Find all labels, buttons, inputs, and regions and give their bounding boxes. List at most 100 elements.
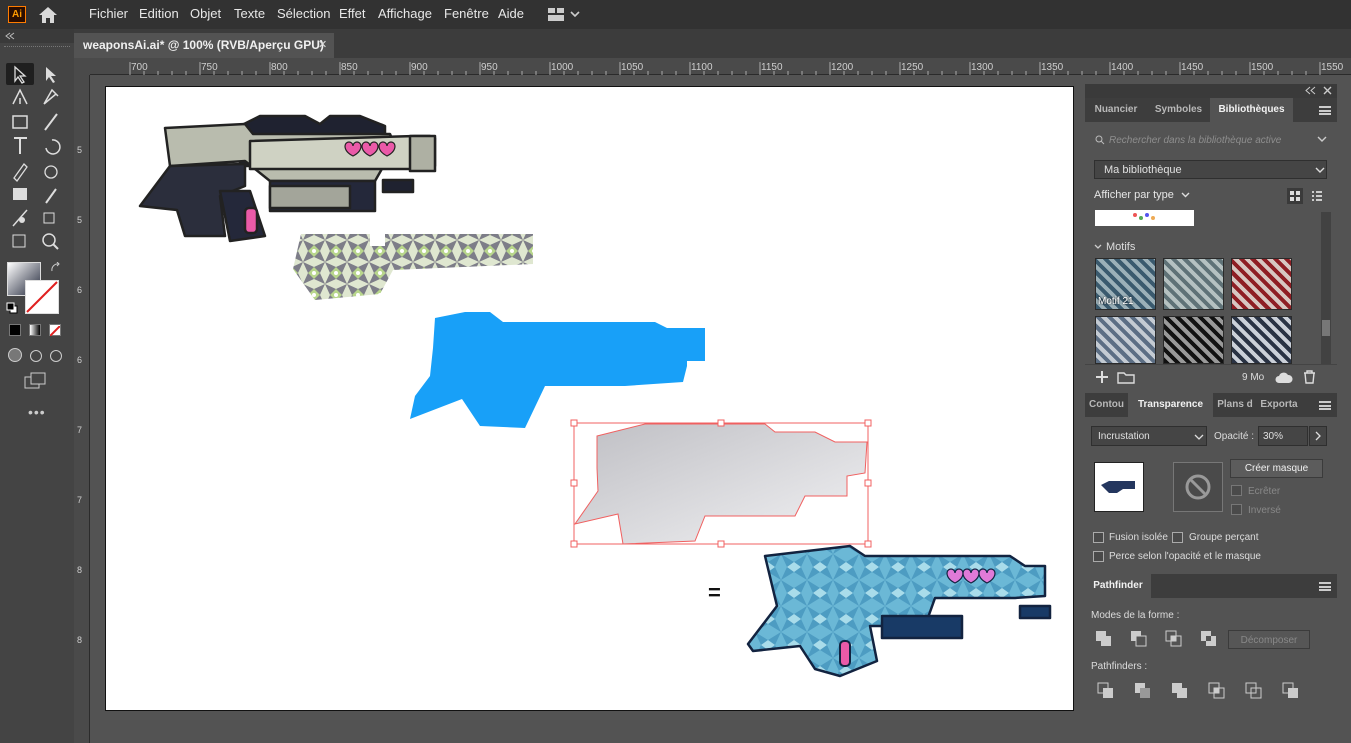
crop-icon[interactable] <box>1208 682 1226 700</box>
menu-fenetre[interactable]: Fenêtre <box>444 6 489 21</box>
ruler-tick: 5 <box>77 215 83 225</box>
tab-symboles[interactable]: Symboles <box>1147 98 1210 122</box>
library-item-preview[interactable] <box>1095 210 1194 226</box>
scrollbar-thumb[interactable] <box>1322 320 1330 336</box>
folder-icon[interactable] <box>1117 371 1135 384</box>
intersect-icon[interactable] <box>1165 630 1183 648</box>
none-mode-icon[interactable] <box>49 324 61 337</box>
chevron-down-icon[interactable] <box>1317 136 1327 143</box>
chevron-down-icon[interactable] <box>1181 192 1190 198</box>
blue-silhouette <box>410 312 705 428</box>
pattern-swatch[interactable] <box>1163 316 1224 364</box>
opacity-slider-toggle[interactable] <box>1309 426 1327 446</box>
panel-menu-icon[interactable] <box>1319 582 1331 591</box>
tab-bibliotheques[interactable]: Bibliothèques <box>1210 98 1293 122</box>
search-icon <box>1095 135 1105 145</box>
list-view-icon[interactable] <box>1309 188 1325 204</box>
home-icon[interactable] <box>38 6 58 24</box>
view-by-dropdown[interactable]: Afficher par type <box>1094 189 1174 201</box>
library-search[interactable]: Rechercher dans la bibliothèque active <box>1091 129 1330 151</box>
collapse-icon[interactable] <box>5 32 15 40</box>
unite-icon[interactable] <box>1095 630 1113 648</box>
panel-menu-icon[interactable] <box>1319 401 1331 410</box>
draw-normal-icon[interactable] <box>8 348 22 362</box>
equals-sign: = <box>708 580 721 605</box>
minus-front-icon[interactable] <box>1130 630 1148 648</box>
document-tab[interactable]: weaponsAi.ai* @ 100% (RVB/Aperçu GPU) <box>74 33 334 58</box>
library-select[interactable]: Ma bibliothèque <box>1094 160 1327 179</box>
color-mode-icon[interactable] <box>9 324 21 336</box>
menu-objet[interactable]: Objet <box>190 6 221 21</box>
tab-nuancier[interactable]: Nuancier <box>1085 98 1147 122</box>
ruler-tick: 1400 <box>1111 62 1134 73</box>
isolate-checkbox[interactable] <box>1093 532 1104 543</box>
tab-transparence[interactable]: Transparence <box>1128 393 1213 417</box>
close-panel-icon[interactable] <box>1323 86 1332 95</box>
trim-icon[interactable] <box>1134 682 1152 700</box>
library-size: 9 Mo <box>1242 372 1265 383</box>
ruler-origin[interactable] <box>74 58 90 75</box>
outline-icon[interactable] <box>1245 682 1263 700</box>
swap-colors-icon[interactable] <box>50 262 62 274</box>
invert-checkbox[interactable] <box>1231 504 1242 515</box>
cloud-icon[interactable] <box>1275 371 1293 384</box>
workspace-switcher-icon[interactable] <box>547 7 581 22</box>
panel-menu-icon[interactable] <box>1319 106 1331 115</box>
menu-fichier[interactable]: Fichier <box>89 6 128 21</box>
libraries-tabs: Nuancier Symboles Bibliothèques <box>1085 98 1337 122</box>
menu-effet[interactable]: Effet <box>339 6 366 21</box>
add-icon[interactable] <box>1095 370 1109 384</box>
transparency-panel: Contou Transparence Plans d Exporta Incr… <box>1085 393 1337 569</box>
no-mask-icon <box>1185 474 1211 500</box>
gradient-mode-icon[interactable] <box>29 324 41 336</box>
menu-aide[interactable]: Aide <box>498 6 524 21</box>
trash-icon[interactable] <box>1303 370 1316 384</box>
menu-texte[interactable]: Texte <box>234 6 265 21</box>
pattern-swatch[interactable] <box>1231 258 1292 310</box>
clip-checkbox[interactable] <box>1231 485 1242 496</box>
tools-grip[interactable] <box>4 46 70 48</box>
divide-icon[interactable] <box>1097 682 1115 700</box>
menu-selection[interactable]: Sélection <box>277 6 330 21</box>
expand-button[interactable]: Décomposer <box>1228 630 1310 649</box>
draw-inside-icon[interactable] <box>50 350 62 362</box>
collapse-panels-icon[interactable] <box>1305 86 1317 95</box>
pattern-swatch[interactable] <box>1163 258 1224 310</box>
pattern-swatch[interactable] <box>1095 316 1156 364</box>
pattern-swatch[interactable] <box>1231 316 1292 364</box>
tab-contour[interactable]: Contou <box>1085 393 1128 417</box>
menu-edition[interactable]: Edition <box>139 6 179 21</box>
mask-thumbnail[interactable] <box>1173 462 1223 512</box>
opacity-mask-checkbox[interactable] <box>1093 551 1104 562</box>
grid-view-icon[interactable] <box>1287 188 1303 204</box>
chevron-down-icon[interactable] <box>1094 244 1102 250</box>
ruler-tick: 5 <box>77 145 83 155</box>
ruler-tick: 1000 <box>551 62 574 73</box>
minus-back-icon[interactable] <box>1282 682 1300 700</box>
close-tab-icon[interactable]: ✕ <box>318 38 327 51</box>
ruler-tick: 6 <box>77 355 83 365</box>
blend-mode-select[interactable]: Incrustation <box>1091 426 1207 446</box>
grip-accent <box>839 640 851 667</box>
exclude-icon[interactable] <box>1200 630 1218 648</box>
tab-plans[interactable]: Plans d <box>1213 393 1257 417</box>
object-thumbnail[interactable] <box>1094 462 1144 512</box>
stroke-swatch[interactable] <box>25 280 59 314</box>
merge-icon[interactable] <box>1171 682 1189 700</box>
more-tools-icon[interactable]: ••• <box>28 404 46 420</box>
default-colors-icon[interactable] <box>6 302 18 314</box>
tab-pathfinder[interactable]: Pathfinder <box>1085 574 1151 598</box>
pattern-swatch[interactable]: Motif 21 <box>1095 258 1156 310</box>
library-scrollbar[interactable] <box>1321 212 1331 364</box>
libraries-footer: 9 Mo <box>1085 364 1337 390</box>
draw-behind-icon[interactable] <box>30 350 42 362</box>
ruler-tick: 1500 <box>1251 62 1274 73</box>
tab-exportation[interactable]: Exporta <box>1257 393 1301 417</box>
knockout-checkbox[interactable] <box>1172 532 1183 543</box>
screen-mode-icon[interactable] <box>24 372 48 390</box>
hearts-decoration <box>344 141 396 157</box>
panel-dock-header <box>1085 84 1337 98</box>
menu-affichage[interactable]: Affichage <box>378 6 432 21</box>
opacity-input[interactable]: 30% <box>1258 426 1308 446</box>
make-mask-button[interactable]: Créer masque <box>1230 459 1323 478</box>
